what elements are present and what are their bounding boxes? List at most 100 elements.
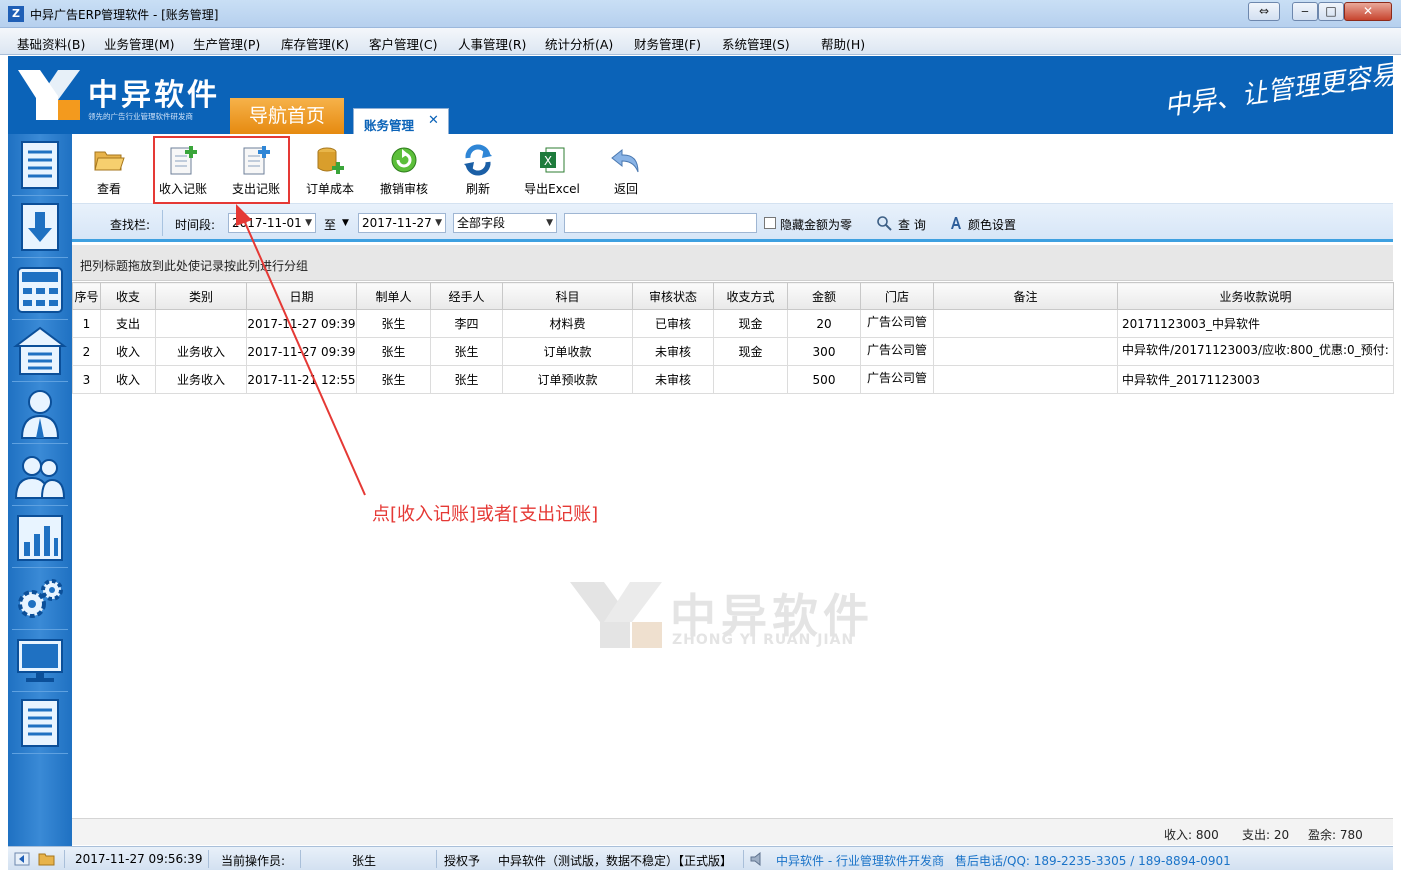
cell: 张生 (430, 365, 503, 394)
excel-export-icon: X (540, 147, 565, 173)
slogan: 中异、让管理更容易 (1162, 59, 1399, 123)
color-settings-button[interactable]: 颜色设置 (968, 216, 1016, 233)
cell: 订单收款 (502, 337, 633, 366)
sidebar-item-warehouse[interactable] (12, 322, 68, 382)
column-header[interactable]: 日期 (246, 282, 357, 310)
cell: 未审核 (632, 337, 714, 366)
customers-icon (14, 456, 66, 499)
refresh-button[interactable]: 刷新 (445, 142, 511, 200)
cell: 广告公司管 (860, 337, 934, 366)
sidebar-item-monitor[interactable] (12, 632, 68, 692)
column-header[interactable]: 类别 (155, 282, 247, 310)
column-header[interactable]: 门店 (860, 282, 934, 310)
date-from-picker[interactable]: 2017-11-01 ▼ (228, 213, 316, 233)
group-by-panel[interactable]: 把列标题拖放到此处使记录按此列进行分组 (72, 245, 1393, 281)
refresh-icon (464, 144, 492, 176)
column-header[interactable]: 制单人 (356, 282, 431, 310)
menu-hr[interactable]: 人事管理(R) (458, 34, 526, 53)
period-label: 时间段: (175, 218, 216, 232)
column-header[interactable]: 序号 (72, 282, 101, 310)
back-icon[interactable] (14, 851, 30, 867)
minimize-button[interactable]: ‒ (1292, 2, 1318, 21)
cell: 20 (787, 309, 861, 338)
sidebar-item-staff[interactable] (12, 384, 68, 444)
brand-name: 中异软件 (88, 78, 220, 113)
cell: 李四 (430, 309, 503, 338)
table-header-row: 序号 收支 类别 日期 制单人 经手人 科目 审核状态 收支方式 金额 门店 备… (72, 282, 1394, 310)
operator-label: 当前操作员: (221, 854, 286, 868)
column-header[interactable]: 收支方式 (713, 282, 788, 310)
table-row[interactable]: 1 支出 2017-11-27 09:39 张生 李四 材料费 已审核 现金 2… (72, 309, 1394, 338)
status-datetime: 2017-11-27 09:56:39 (75, 852, 203, 866)
menu-business[interactable]: 业务管理(M) (104, 34, 175, 53)
search-icon[interactable] (876, 215, 892, 231)
sidebar-item-chart[interactable] (12, 508, 68, 568)
cell: 中异软件/20171123003/应收:800_优惠:0_预付: (1117, 337, 1394, 366)
sidebar-item-customers[interactable] (12, 446, 68, 506)
summary-bar: 收入: 800 支出: 20 盈余: 780 (72, 818, 1393, 845)
chevron-down-icon[interactable]: ▼ (342, 218, 349, 228)
view-button[interactable]: 查看 (76, 142, 142, 200)
folder-icon[interactable] (38, 851, 56, 867)
menu-bar: 基础资料(B) 业务管理(M) 生产管理(P) 库存管理(K) 客户管理(C) … (0, 28, 1401, 55)
column-header[interactable]: 审核状态 (632, 282, 714, 310)
field-select[interactable]: 全部字段 ▼ (453, 213, 557, 233)
window-title: 中异广告ERP管理软件 - [账务管理] (30, 8, 219, 22)
export-excel-button[interactable]: X 导出Excel (519, 142, 585, 200)
search-button[interactable]: 查 询 (898, 216, 926, 233)
table-row[interactable]: 2 收入 业务收入 2017-11-27 09:39 张生 张生 订单收款 未审… (72, 337, 1394, 366)
license-label: 授权予 (444, 854, 481, 868)
column-header[interactable]: 经手人 (430, 282, 503, 310)
document-icon (21, 699, 59, 747)
menu-basic-data[interactable]: 基础资料(B) (17, 34, 85, 53)
brand-tagline: 领先的广告行业管理软件研发商 (88, 112, 193, 121)
cell: 张生 (356, 365, 431, 394)
tab-ledger-management[interactable]: 账务管理 ✕ (353, 108, 449, 134)
watermark-pinyin: ZHONG YI RUAN JIAN (672, 632, 855, 648)
cell: 张生 (430, 337, 503, 366)
sidebar-item-import[interactable] (12, 198, 68, 258)
operator-name: 张生 (352, 854, 377, 868)
income-total: 收入: 800 (1164, 828, 1219, 842)
sidebar-item-settings[interactable] (12, 570, 68, 630)
menu-finance[interactable]: 财务管理(F) (634, 34, 701, 53)
table-row[interactable]: 3 收入 业务收入 2017-11-21 12:55 张生 张生 订单预收款 未… (72, 365, 1394, 394)
sidebar-item-ledger[interactable] (12, 136, 68, 196)
color-settings-icon[interactable] (948, 215, 964, 231)
column-header[interactable]: 备注 (933, 282, 1118, 310)
menu-inventory[interactable]: 库存管理(K) (281, 34, 349, 53)
column-header[interactable]: 业务收款说明 (1117, 282, 1394, 310)
tab-nav-home[interactable]: 导航首页 (230, 98, 344, 134)
column-header[interactable]: 金额 (787, 282, 861, 310)
search-bar: 查找栏: 时间段: 2017-11-01 ▼ 至 ▼ 2017-11-27 ▼ 全部… (72, 204, 1393, 242)
keyword-input[interactable] (564, 213, 757, 233)
ledger-table: 序号 收支 类别 日期 制单人 经手人 科目 审核状态 收支方式 金额 门店 备… (72, 282, 1394, 394)
restore-layout-button[interactable]: ⇔ (1248, 2, 1280, 21)
menu-production[interactable]: 生产管理(P) (193, 34, 260, 53)
menu-statistics[interactable]: 统计分析(A) (545, 34, 613, 53)
undo-review-icon (391, 147, 417, 173)
menu-help[interactable]: 帮助(H) (821, 34, 865, 53)
close-button[interactable]: ✕ (1344, 2, 1392, 21)
menu-customer[interactable]: 客户管理(C) (369, 34, 437, 53)
return-button[interactable]: 返回 (593, 142, 659, 200)
column-header[interactable]: 科目 (502, 282, 633, 310)
cell: 广告公司管 (860, 309, 934, 338)
watermark-logo (570, 582, 662, 648)
cell: 中异软件_20171123003 (1117, 365, 1394, 394)
sidebar-item-document[interactable] (12, 694, 68, 754)
settings-gears-icon (18, 579, 63, 618)
close-tab-icon[interactable]: ✕ (428, 113, 439, 128)
menu-system[interactable]: 系统管理(S) (722, 34, 790, 53)
sidebar-item-calculator[interactable] (12, 260, 68, 320)
cell: 未审核 (632, 365, 714, 394)
hide-zero-checkbox[interactable] (764, 217, 776, 229)
company-text: 中异软件 - 行业管理软件开发商 (776, 854, 944, 868)
column-header[interactable]: 收支 (100, 282, 156, 310)
undo-review-button[interactable]: 撤销审核 (371, 142, 437, 200)
cell (933, 309, 1118, 338)
maximize-button[interactable]: □ (1318, 2, 1344, 21)
watermark: 中异软件 ZHONG YI RUAN JIAN (570, 580, 930, 652)
date-to-picker[interactable]: 2017-11-27 ▼ (358, 213, 446, 233)
order-cost-button[interactable]: 订单成本 (297, 142, 363, 200)
